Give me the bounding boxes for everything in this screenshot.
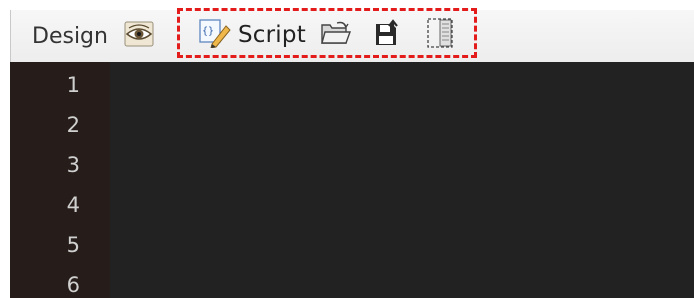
save-button[interactable] — [370, 18, 406, 52]
save-icon — [373, 18, 403, 52]
preview-button[interactable] — [123, 21, 155, 51]
tab-design[interactable]: Design — [14, 14, 118, 58]
code-editor[interactable]: 1 2 3 4 5 6 — [10, 62, 694, 298]
tab-script[interactable]: {} Script — [198, 18, 306, 52]
script-editor-window: Design {} Script 1 2 3 4 5 6 — [0, 0, 694, 298]
open-folder-icon — [320, 19, 352, 51]
line-number: 4 — [66, 193, 80, 217]
toolbar: Design {} Script — [0, 0, 694, 62]
editor-left-margin — [0, 62, 10, 298]
line-number: 3 — [66, 153, 80, 177]
line-number: 2 — [66, 113, 80, 137]
script-edit-icon: {} — [198, 18, 232, 52]
code-text-area[interactable] — [110, 62, 694, 298]
line-number: 5 — [66, 233, 80, 257]
svg-text:{}: {} — [202, 26, 214, 37]
open-button[interactable] — [318, 18, 354, 52]
line-number-gutter: 1 2 3 4 5 6 — [10, 62, 110, 298]
toggle-panel-button[interactable] — [422, 18, 458, 52]
eye-icon — [124, 21, 154, 51]
line-number: 1 — [66, 73, 80, 97]
tab-design-label: Design — [32, 23, 108, 49]
line-number: 6 — [66, 273, 80, 297]
tab-script-label: Script — [238, 22, 306, 48]
panel-toggle-icon — [424, 17, 456, 53]
